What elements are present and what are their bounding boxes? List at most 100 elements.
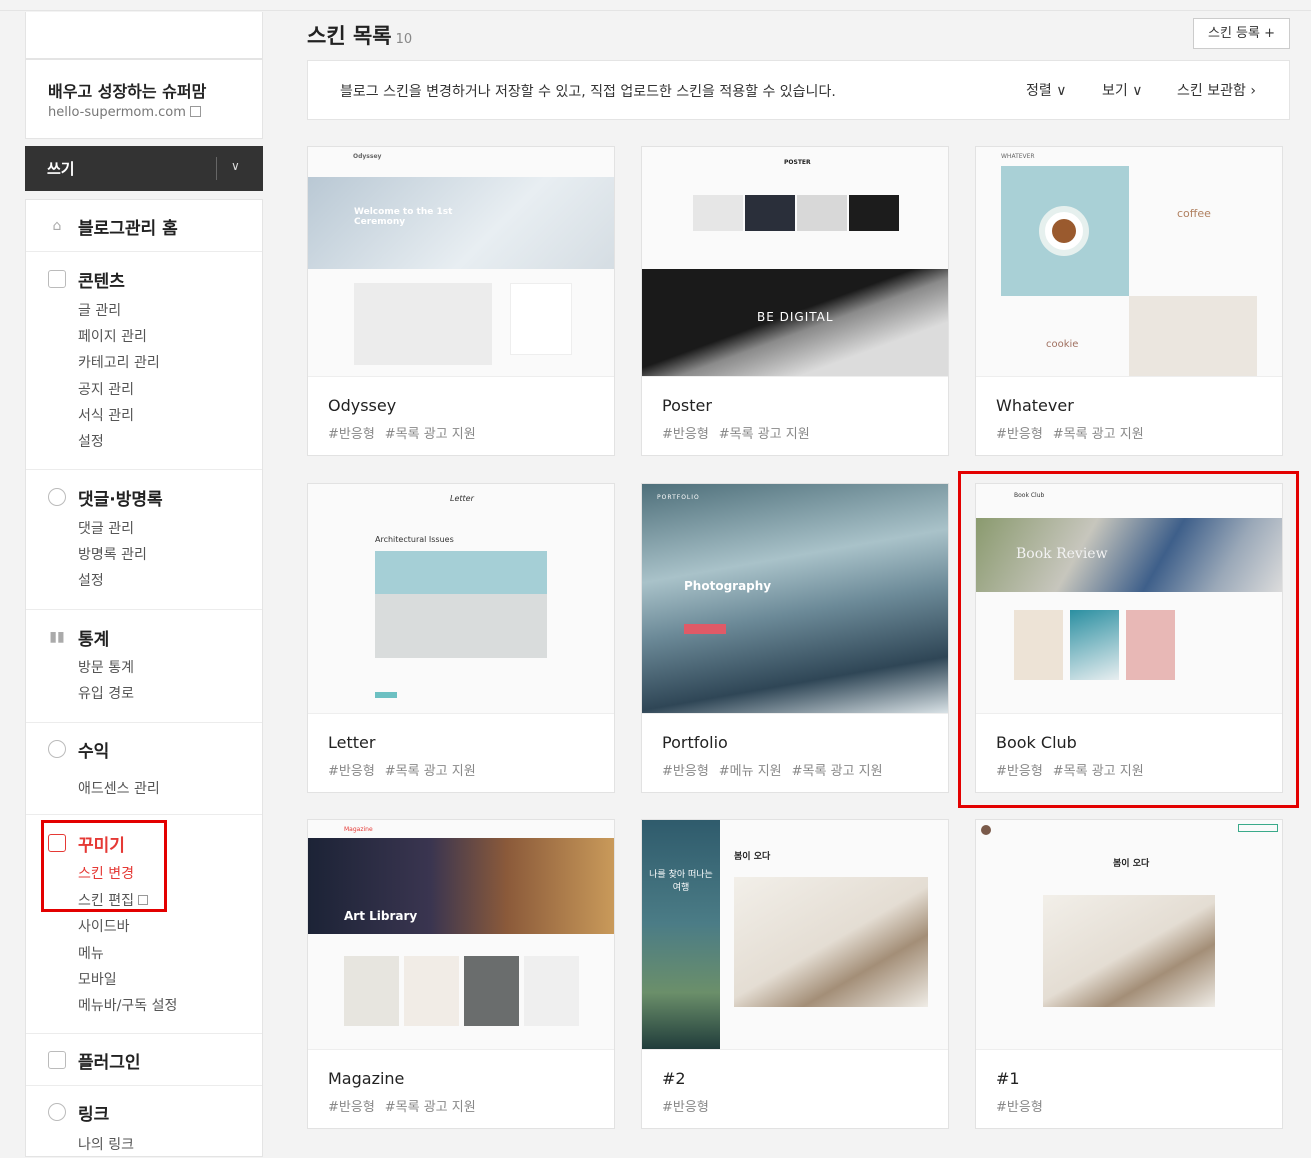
skin-card-2[interactable]: 나를 찾아 떠나는 여행 봄이 오다 #2 #반응형 <box>641 819 949 1129</box>
chevron-right-icon[interactable]: › <box>1250 83 1256 99</box>
sidebar-subitem-notices[interactable]: 공지 관리 <box>78 379 134 399</box>
blog-url-text[interactable]: hello-supermom.com <box>48 105 186 120</box>
skin-tag: #목록 광고 지원 <box>791 764 883 779</box>
preview-thumb <box>524 956 579 1026</box>
sidebar-subitem-templates[interactable]: 서식 관리 <box>78 405 134 425</box>
skin-card-odyssey[interactable]: Odyssey Welcome to the 1st Ceremony Odys… <box>307 146 615 456</box>
skin-tag: #반응형 <box>662 764 709 779</box>
preview-thumb <box>797 195 847 231</box>
sidebar-item-link[interactable]: 링크 <box>78 1100 109 1125</box>
preview-thumb <box>849 195 899 231</box>
sidebar-subitem-my-links[interactable]: 나의 링크 <box>78 1134 134 1154</box>
preview-hero-text: BE DIGITAL <box>757 310 834 324</box>
skin-card-magazine[interactable]: Magazine Art Library Magazine #반응형 #목록 광고… <box>307 819 615 1129</box>
preview-widget <box>510 283 572 355</box>
preview-brand: Odyssey <box>353 153 382 160</box>
preview-brand: WHATEVER <box>1001 153 1035 160</box>
skin-tag: #목록 광고 지원 <box>384 1100 476 1115</box>
skin-tag: #목록 광고 지원 <box>718 427 810 442</box>
skin-preview-letter[interactable]: Letter Architectural Issues <box>308 484 614 714</box>
page-title-text: 스킨 목록 <box>307 24 392 48</box>
preview-side-text: 나를 찾아 떠나는 여행 <box>649 870 713 893</box>
skin-tags: #반응형 <box>662 1096 719 1115</box>
preview-hero-text: Photography <box>684 579 772 593</box>
sidebar-item-plugin[interactable]: 플러그인 <box>78 1048 141 1073</box>
sort-label[interactable]: 정렬 <box>1026 83 1052 99</box>
chevron-down-icon[interactable]: ∨ <box>1056 83 1066 99</box>
chevron-down-icon[interactable]: ∨ <box>1132 83 1142 99</box>
skin-name: Whatever <box>996 396 1074 415</box>
preview-thumb <box>464 956 519 1026</box>
menu-section-plugin: 플러그인 <box>26 1034 262 1086</box>
skin-preview-2[interactable]: 나를 찾아 떠나는 여행 봄이 오다 <box>642 820 948 1050</box>
skin-preview-whatever[interactable]: WHATEVER coffee cookie <box>976 147 1282 377</box>
preview-heading: 봄이 오다 <box>734 852 771 862</box>
menu-section-link: 링크 나의 링크 <box>26 1086 262 1158</box>
blog-title[interactable]: 배우고 성장하는 슈퍼맘 <box>48 78 206 102</box>
sidebar-subitem-sidebar[interactable]: 사이드바 <box>78 916 130 936</box>
admin-menu: ⌂ 블로그관리 홈 콘텐츠 글 관리 페이지 관리 카테고리 관리 공지 관리 … <box>25 199 263 1157</box>
skin-card-letter[interactable]: Letter Architectural Issues Letter #반응형 #… <box>307 483 615 793</box>
skin-preview-portfolio[interactable]: PORTFOLIO Photography <box>642 484 948 714</box>
skin-tag: #반응형 <box>662 427 709 442</box>
skin-preview-magazine[interactable]: Magazine Art Library <box>308 820 614 1050</box>
page-title: 스킨 목록 10 <box>307 20 412 50</box>
external-link-icon[interactable] <box>189 106 201 117</box>
preview-word-cookie: cookie <box>1046 339 1079 350</box>
sidebar-subitem-categories[interactable]: 카테고리 관리 <box>78 352 160 372</box>
sidebar-subitem-adsense[interactable]: 애드센스 관리 <box>78 778 160 798</box>
chevron-down-icon[interactable]: ∨ <box>231 159 240 173</box>
preview-building-image <box>375 551 547 658</box>
sidebar-subitem-menubar[interactable]: 메뉴바/구독 설정 <box>78 995 177 1015</box>
skin-card-1[interactable]: 봄이 오다 #1 #반응형 <box>975 819 1283 1129</box>
blog-url-link[interactable]: hello-supermom.com <box>48 105 201 120</box>
coins-icon <box>48 740 66 758</box>
sidebar-subitem-visits[interactable]: 방문 통계 <box>78 657 134 677</box>
sidebar-subitem-comment-settings[interactable]: 설정 <box>78 570 104 590</box>
preview-subscribe <box>1238 824 1278 832</box>
preview-brand: Magazine <box>344 826 373 833</box>
blog-info-card: 배우고 성장하는 슈퍼맘 hello-supermom.com <box>25 59 263 139</box>
skin-name: Letter <box>328 733 376 752</box>
view-dropdown[interactable]: 보기 ∨ <box>1102 80 1142 100</box>
sidebar-item-comments[interactable]: 댓글·방명록 <box>78 485 163 510</box>
skin-tag: #목록 광고 지원 <box>384 764 476 779</box>
skin-preview-1[interactable]: 봄이 오다 <box>976 820 1282 1050</box>
bar-chart-icon: ▮▮ <box>49 629 65 645</box>
plugin-icon <box>48 1051 66 1069</box>
sidebar-subitem-content-settings[interactable]: 설정 <box>78 431 104 451</box>
write-divider <box>216 157 217 180</box>
view-label[interactable]: 보기 <box>1102 83 1128 99</box>
sidebar-subitem-mobile[interactable]: 모바일 <box>78 969 117 989</box>
sidebar-item-content[interactable]: 콘텐츠 <box>78 267 125 292</box>
skin-preview-odyssey[interactable]: Odyssey Welcome to the 1st Ceremony <box>308 147 614 377</box>
sidebar-item-stats[interactable]: 통계 <box>78 625 109 650</box>
preview-more-button <box>375 692 397 698</box>
skin-name: Magazine <box>328 1069 405 1088</box>
skin-name: #2 <box>662 1069 686 1088</box>
sidebar-subitem-pages[interactable]: 페이지 관리 <box>78 326 147 346</box>
skin-register-button[interactable]: 스킨 등록 + <box>1193 18 1290 49</box>
sidebar-subitem-referrers[interactable]: 유입 경로 <box>78 683 134 703</box>
skin-name: Poster <box>662 396 712 415</box>
skin-tag: #반응형 <box>996 1100 1043 1115</box>
skin-card-portfolio[interactable]: PORTFOLIO Photography Portfolio #반응형 #메뉴 … <box>641 483 949 793</box>
skin-storage-label[interactable]: 스킨 보관함 <box>1177 83 1246 99</box>
skin-card-whatever[interactable]: WHATEVER coffee cookie Whatever #반응형 #목록 … <box>975 146 1283 456</box>
sidebar-item-home[interactable]: 블로그관리 홈 <box>78 214 178 239</box>
sidebar-subitem-posts[interactable]: 글 관리 <box>78 300 121 320</box>
write-button-label[interactable]: 쓰기 <box>47 158 75 179</box>
sidebar-subitem-comment-manage[interactable]: 댓글 관리 <box>78 518 134 538</box>
write-button[interactable]: 쓰기 ∨ <box>25 146 263 191</box>
skin-card-poster[interactable]: POSTER BE DIGITAL Poster #반응형 #목록 광고 지원 <box>641 146 949 456</box>
sort-dropdown[interactable]: 정렬 ∨ <box>1026 80 1066 100</box>
preview-button <box>684 624 726 634</box>
skin-preview-poster[interactable]: POSTER BE DIGITAL <box>642 147 948 377</box>
skin-name: Odyssey <box>328 396 397 415</box>
sidebar-item-revenue[interactable]: 수익 <box>78 737 109 762</box>
skin-tag: #반응형 <box>996 427 1043 442</box>
sidebar-subitem-guestbook[interactable]: 방명록 관리 <box>78 544 147 564</box>
sidebar-subitem-menu[interactable]: 메뉴 <box>78 943 104 963</box>
skin-storage-link[interactable]: 스킨 보관함 › <box>1177 80 1256 100</box>
skin-tag: #반응형 <box>328 764 375 779</box>
